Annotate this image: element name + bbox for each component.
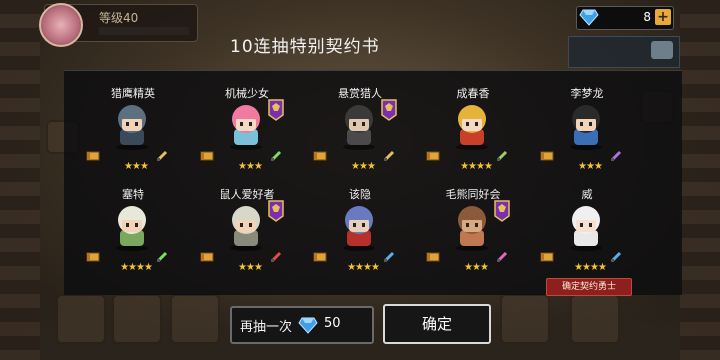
page-title: 10连抽特别契约书 <box>230 37 380 57</box>
hero-card[interactable]: 悬赏猎人 ★★★ <box>305 85 415 191</box>
gem-count: 8 <box>643 10 651 24</box>
scroll-icon <box>540 248 554 267</box>
elite-badge-icon <box>268 200 284 226</box>
scroll-icon <box>200 248 214 267</box>
confirm-hero-tag[interactable]: 确定契约勇士 <box>546 278 632 296</box>
hero-stars: ★★★ <box>351 161 376 172</box>
scroll-icon <box>540 147 554 166</box>
hero-stars: ★★★ <box>238 161 263 172</box>
draw-again-button[interactable]: 再抽一次 50 <box>230 306 374 344</box>
hero-card[interactable]: 塞特 ★★★★ <box>78 186 188 292</box>
hero-sprite <box>106 200 158 256</box>
bg-hero-icon <box>500 294 550 344</box>
confirm-button[interactable]: 确定 <box>383 304 491 344</box>
hero-card[interactable]: 成春香 ★★★★ <box>418 85 528 191</box>
hero-stars: ★★★ <box>464 262 489 273</box>
draw-again-label: 再抽一次 <box>240 320 293 335</box>
scroll-icon <box>200 147 214 166</box>
hero-stars: ★★★★ <box>574 262 607 273</box>
right-frame <box>680 0 720 360</box>
hero-sprite <box>560 200 612 256</box>
draw-cost: 50 <box>324 316 341 331</box>
hero-stars: ★★★ <box>124 161 149 172</box>
hero-card[interactable]: 机械少女 ★★★ <box>192 85 302 191</box>
add-gems-button[interactable]: + <box>655 9 671 25</box>
hero-sprite <box>220 200 272 256</box>
hero-card[interactable]: 猎鹰精英 ★★★ <box>78 85 188 191</box>
hero-stars: ★★★★ <box>347 262 380 273</box>
elite-badge-icon <box>381 99 397 125</box>
player-badge[interactable]: 等级40 <box>39 3 198 47</box>
hero-card[interactable]: 李梦龙 ★★★ <box>532 85 642 191</box>
gem-icon <box>579 8 599 30</box>
bg-contract-icon <box>112 294 162 344</box>
scroll-icon <box>313 147 327 166</box>
hero-card[interactable]: 威 ★★★★ <box>532 186 642 292</box>
elite-badge-icon <box>494 200 510 226</box>
chat-icon <box>651 41 673 59</box>
chat-box[interactable] <box>568 36 680 68</box>
hero-card[interactable]: 该隐 ★★★★ <box>305 186 415 292</box>
hero-sprite <box>560 99 612 155</box>
hero-sprite <box>333 99 385 155</box>
hero-sprite <box>446 99 498 155</box>
hero-sprite <box>333 200 385 256</box>
hero-stars: ★★★★ <box>120 262 153 273</box>
elite-badge-icon <box>268 99 284 125</box>
gem-counter: 8 + <box>576 6 674 30</box>
scroll-icon <box>86 147 100 166</box>
left-frame <box>0 0 40 360</box>
avatar <box>39 3 83 47</box>
hero-stars: ★★★★ <box>460 161 493 172</box>
bg-start-icon <box>570 294 620 344</box>
scroll-icon <box>86 248 100 267</box>
hero-sprite <box>446 200 498 256</box>
hero-stars: ★★★ <box>238 262 263 273</box>
scroll-icon <box>426 248 440 267</box>
player-level: 等级40 <box>99 11 139 25</box>
hero-sprite <box>106 99 158 155</box>
scroll-icon <box>313 248 327 267</box>
bg-workshop-icon <box>170 294 220 344</box>
hero-stars: ★★★ <box>578 161 603 172</box>
hero-card[interactable]: 鼠人爱好者 ★★★ <box>192 186 302 292</box>
hero-card[interactable]: 毛熊同好会 ★★★ <box>418 186 528 292</box>
scroll-icon <box>426 147 440 166</box>
gem-icon <box>298 316 318 338</box>
level-bar <box>99 27 189 35</box>
bg-shop-icon <box>56 294 106 344</box>
hero-sprite <box>220 99 272 155</box>
